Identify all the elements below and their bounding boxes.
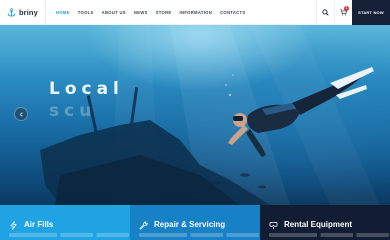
hero-slider: Local scu [0,25,390,205]
feature-title: Rental Equipment [284,220,353,229]
site-header: briny HOME TOOLS ABOUT US NEWS STORE INF… [0,0,390,25]
feature-description [9,233,129,237]
lightning-icon [10,221,17,230]
wrench-icon [139,221,148,230]
search-icon [322,9,329,16]
nav-item-tools[interactable]: TOOLS [74,0,98,25]
feature-title: Repair & Servicing [154,220,226,229]
nav-item-news[interactable]: NEWS [130,0,152,25]
nav-item-about-us[interactable]: ABOUT US [98,0,130,25]
feature-air-fills[interactable]: Air Fills [0,205,130,240]
nav-item-contacts[interactable]: CONTACTS [216,0,249,25]
feature-title: Air Fills [24,220,54,229]
main-nav: HOME TOOLS ABOUT US NEWS STORE INFORMATI… [52,0,249,25]
feature-rental-equipment[interactable]: Rental Equipment [260,205,390,240]
cart-count-badge: 1 [344,6,349,11]
features-strip: Air Fills Repair & Servicing Rental Equi… [0,205,390,240]
feature-description [269,233,389,237]
feature-repair-servicing[interactable]: Repair & Servicing [130,205,260,240]
nav-item-information[interactable]: INFORMATION [176,0,217,25]
anchor-icon [7,7,16,17]
header-actions: 1 START NOW [316,0,390,25]
page: briny HOME TOOLS ABOUT US NEWS STORE INF… [0,0,390,240]
hero-subtitle: scu [49,101,97,121]
nav-item-home[interactable]: HOME [52,0,74,25]
feature-description [139,233,259,237]
chevron-left-icon [19,111,23,117]
search-button[interactable] [316,0,334,25]
logo[interactable]: briny [0,0,46,25]
nav-item-store[interactable]: STORE [152,0,176,25]
hero-title: Local [49,79,124,99]
logo-text: briny [19,7,38,17]
slider-prev-button[interactable] [14,107,28,121]
diving-helmet-icon [269,221,278,230]
start-now-button[interactable]: START NOW [352,0,390,25]
cart-button[interactable]: 1 [334,0,352,25]
